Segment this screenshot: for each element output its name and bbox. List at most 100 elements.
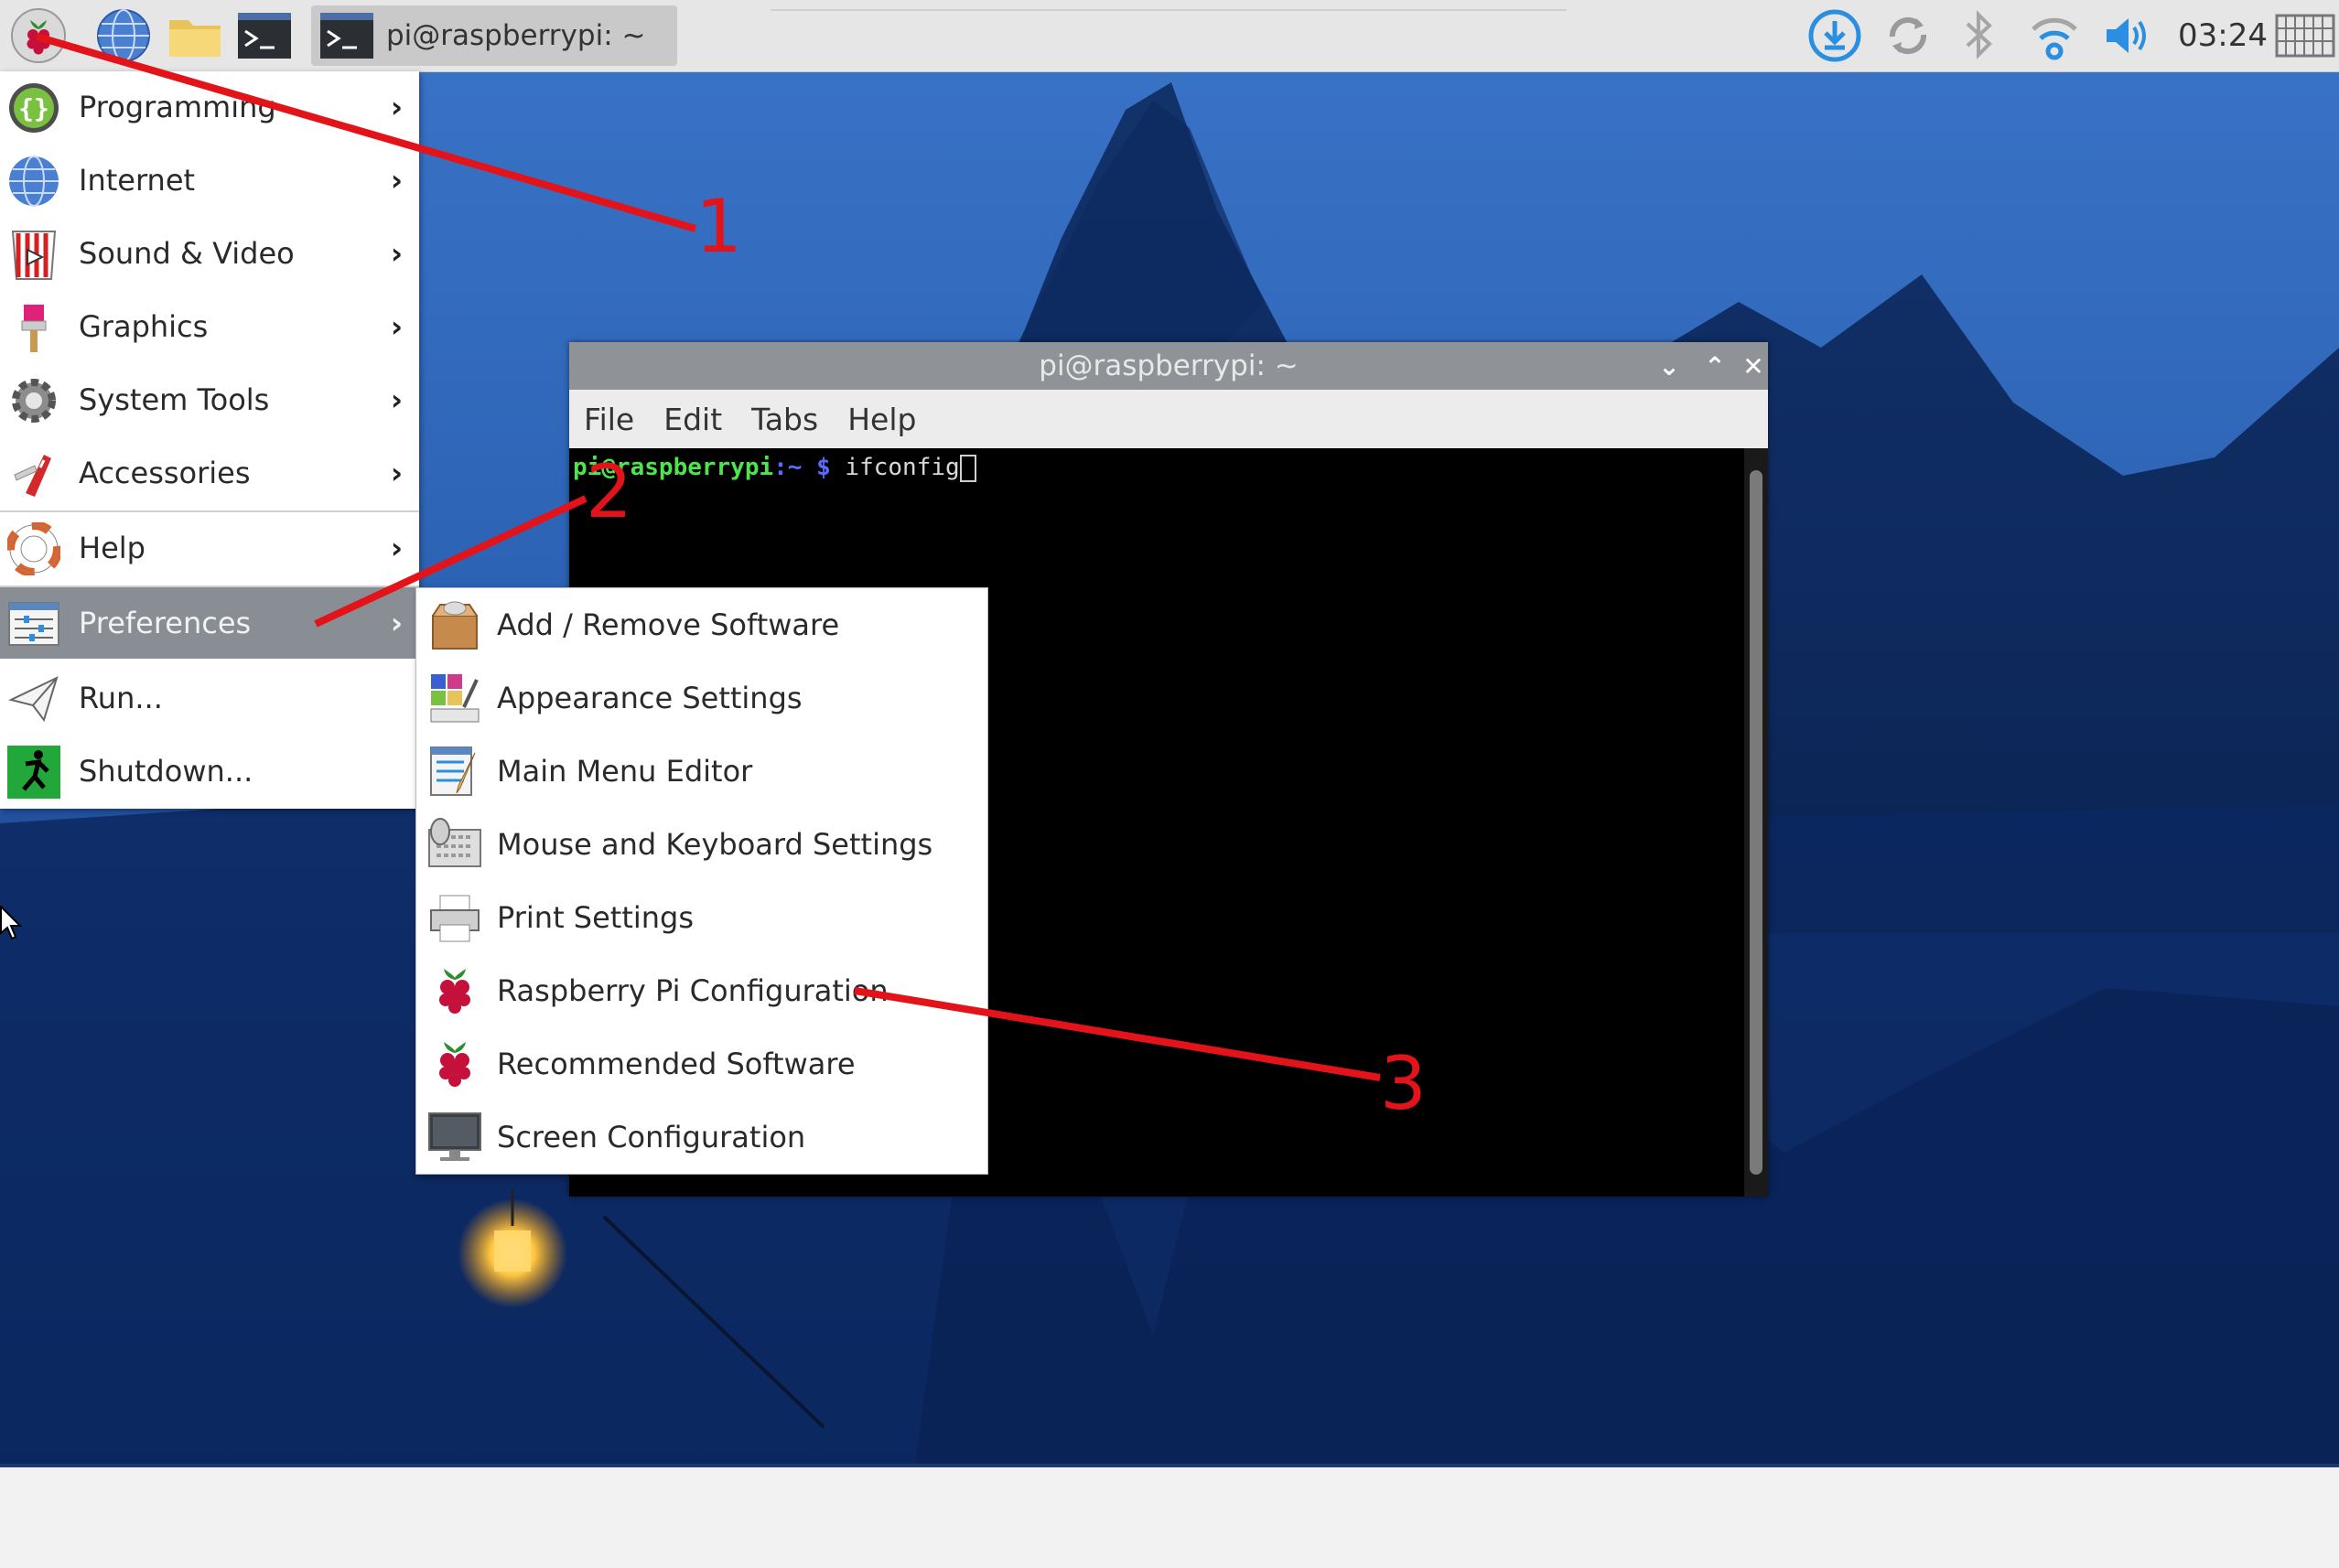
maximize-button[interactable]: ⌃ <box>1697 349 1733 382</box>
chevron-right-icon: › <box>390 236 403 271</box>
menu-item-label: Internet <box>79 163 196 198</box>
prompt-line: pi@raspberrypi:~ $ ifconfig <box>573 454 976 482</box>
keyboard-tray-button[interactable] <box>2275 5 2335 66</box>
browser-launcher[interactable] <box>93 5 154 66</box>
submenu-item-label: Recommended Software <box>497 1047 856 1081</box>
browser-globe-icon <box>97 9 150 62</box>
internet-globe-icon <box>9 156 59 207</box>
clock[interactable]: 03:24 <box>2178 0 2268 71</box>
running-man-icon <box>7 746 60 799</box>
paper-plane-icon <box>8 676 59 723</box>
menu-item-shutdown[interactable]: Shutdown... <box>0 736 419 807</box>
submenu-item-label: Add / Remove Software <box>497 607 840 642</box>
raspberry-menu-button[interactable] <box>5 5 71 66</box>
submenu-item-label: Screen Configuration <box>497 1120 806 1155</box>
text-cursor <box>959 454 976 482</box>
keyboard-icon <box>2275 14 2335 58</box>
terminal-icon <box>320 13 373 59</box>
chevron-right-icon: › <box>390 163 403 198</box>
menu-item-programming[interactable]: {} Programming › <box>0 71 419 143</box>
menu-item-internet[interactable]: Internet › <box>0 145 419 216</box>
screen-bottom-strip <box>0 1464 2339 1568</box>
minimize-button[interactable]: ⌄ <box>1651 349 1687 382</box>
command-text: ifconfig <box>830 454 960 481</box>
submenu-item-label: Mouse and Keyboard Settings <box>497 827 933 862</box>
package-icon <box>432 601 478 650</box>
chevron-right-icon: › <box>390 382 403 417</box>
scrollbar-thumb[interactable] <box>1750 470 1762 1175</box>
submenu-item-screen-configuration[interactable]: Screen Configuration <box>416 1101 987 1174</box>
volume-tray-button[interactable] <box>2097 5 2158 66</box>
submenu-item-add-remove-software[interactable]: Add / Remove Software <box>416 588 987 661</box>
menu-item-system-tools[interactable]: System Tools › <box>0 364 419 435</box>
chevron-right-icon: › <box>390 456 403 490</box>
sync-tray-button[interactable] <box>1880 5 1936 66</box>
terminal-icon <box>238 13 291 59</box>
menu-item-help[interactable]: Help › <box>0 512 419 584</box>
submenu-item-appearance-settings[interactable]: Appearance Settings <box>416 661 987 735</box>
taskbar-empty-area <box>771 0 1567 11</box>
appearance-icon <box>430 674 480 723</box>
volume-icon <box>2107 18 2146 53</box>
menu-item-preferences[interactable]: Preferences › <box>0 587 419 659</box>
raspberry-icon <box>439 969 470 1014</box>
menu-item-sound-video[interactable]: Sound & Video › <box>0 218 419 289</box>
file-manager-launcher[interactable] <box>163 5 227 66</box>
sound-video-icon <box>11 231 57 280</box>
menu-file[interactable]: File <box>584 402 634 437</box>
sync-icon <box>1889 16 1927 55</box>
update-tray-button[interactable] <box>1806 5 1863 66</box>
raspberry-icon <box>439 1042 470 1087</box>
bluetooth-icon <box>1966 10 1992 59</box>
submenu-item-label: Appearance Settings <box>497 681 803 715</box>
prompt-path: :~ $ <box>773 454 831 481</box>
menu-help[interactable]: Help <box>847 402 916 437</box>
terminal-title: pi@raspberrypi: ~ <box>1039 349 1299 382</box>
terminal-launcher[interactable] <box>232 5 296 66</box>
submenu-item-recommended-software[interactable]: Recommended Software <box>416 1027 987 1101</box>
task-label: pi@raspberrypi: ~ <box>386 19 646 52</box>
raspberry-menu-icon <box>11 8 66 63</box>
menu-item-label: Preferences <box>79 606 252 640</box>
submenu-item-mouse-keyboard-settings[interactable]: Mouse and Keyboard Settings <box>416 808 987 881</box>
terminal-menubar: File Edit Tabs Help <box>569 390 1768 448</box>
chevron-right-icon: › <box>390 606 403 640</box>
mouse-pointer-icon <box>0 906 22 940</box>
close-button[interactable]: ✕ <box>1735 349 1772 382</box>
programming-icon: {} <box>9 83 59 133</box>
submenu-item-raspberry-pi-configuration[interactable]: Raspberry Pi Configuration <box>416 954 987 1027</box>
menu-item-label: Sound & Video <box>79 236 295 271</box>
chevron-right-icon: › <box>390 531 403 565</box>
menu-item-label: Run... <box>79 681 163 715</box>
menu-item-label: Programming <box>79 90 276 124</box>
menu-item-run[interactable]: Run... <box>0 662 419 734</box>
wifi-tray-button[interactable] <box>2026 5 2083 66</box>
menu-item-accessories[interactable]: Accessories › <box>0 437 419 509</box>
menu-item-label: Shutdown... <box>79 754 253 789</box>
menu-item-graphics[interactable]: Graphics › <box>0 291 419 362</box>
lifebuoy-icon <box>7 522 60 575</box>
mouse-keyboard-icon <box>428 818 481 867</box>
terminal-scrollbar[interactable] <box>1744 448 1768 1197</box>
menu-edit[interactable]: Edit <box>663 402 722 437</box>
bluetooth-tray-button[interactable] <box>1953 5 2004 66</box>
download-update-icon <box>1808 9 1861 62</box>
file-manager-folder-icon <box>169 20 221 57</box>
accessories-knife-icon <box>14 455 51 497</box>
submenu-item-label: Main Menu Editor <box>497 754 753 789</box>
menu-item-label: System Tools <box>79 382 270 417</box>
prompt-user: pi@raspberrypi <box>573 454 774 481</box>
chevron-right-icon: › <box>390 90 403 124</box>
monitor-icon <box>428 1112 481 1161</box>
menu-editor-icon <box>430 746 476 796</box>
terminal-titlebar[interactable]: pi@raspberrypi: ~ ⌄ ⌃ ✕ <box>569 342 1768 390</box>
submenu-item-main-menu-editor[interactable]: Main Menu Editor <box>416 735 987 808</box>
submenu-item-label: Raspberry Pi Configuration <box>497 973 889 1008</box>
taskbar-task-terminal[interactable]: pi@raspberrypi: ~ <box>311 5 677 66</box>
graphics-brush-icon <box>21 305 47 352</box>
menu-tabs[interactable]: Tabs <box>751 402 818 437</box>
menu-item-label: Accessories <box>79 456 251 490</box>
wifi-icon <box>2032 17 2077 60</box>
submenu-item-print-settings[interactable]: Print Settings <box>416 881 987 954</box>
main-menu: {} Programming › Internet › Sound & Vide… <box>0 71 419 809</box>
